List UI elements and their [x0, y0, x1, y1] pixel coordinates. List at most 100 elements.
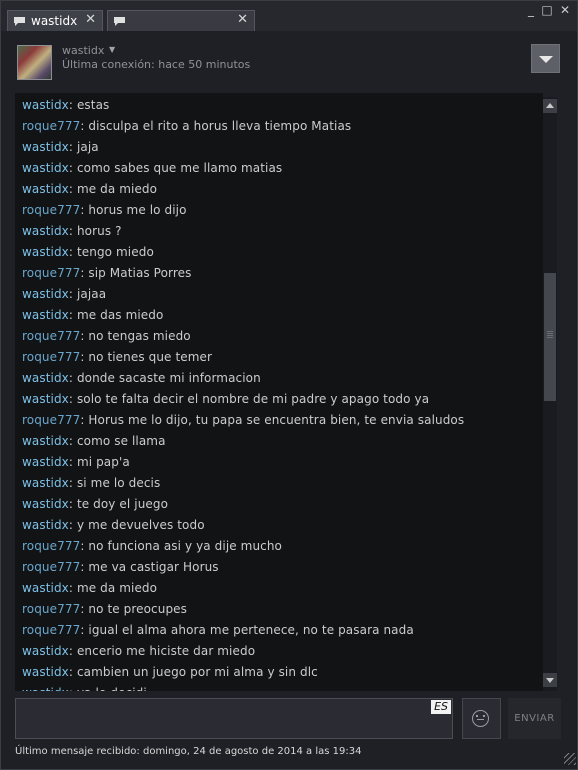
message-text: : encerio me hiciste dar miedo [68, 644, 256, 658]
chat-message: wastidx: cambien un juego por mi alma y … [22, 665, 318, 679]
chat-header: wastidx ▼ Última conexión: hace 50 minut… [1, 31, 577, 89]
message-text: : te doy el juego [68, 497, 169, 511]
message-sender[interactable]: wastidx [22, 434, 69, 448]
resize-grip-icon[interactable] [564, 753, 576, 765]
maximize-icon[interactable]: □ [540, 3, 554, 17]
chat-message: roque777: sip Matias Porres [22, 266, 191, 280]
message-text: : no funciona asi y ya dije mucho [80, 539, 282, 553]
message-sender[interactable]: roque777 [22, 119, 80, 133]
message-sender[interactable]: wastidx [22, 455, 69, 469]
tab-second[interactable]: ✕ [107, 10, 255, 31]
chat-message: roque777: Horus me lo dijo, tu papa se e… [22, 413, 464, 427]
avatar[interactable] [17, 45, 52, 80]
chat-message: wastidx: jaja [22, 140, 99, 154]
message-text: : tengo miedo [68, 245, 154, 259]
message-text: : Horus me lo dijo, tu papa se encuentra… [80, 413, 465, 427]
chat-message: wastidx: solo te falta decir el nombre d… [22, 392, 429, 406]
scroll-up-icon[interactable] [543, 99, 557, 113]
chat-log: wastidx: estas roque777: disculpa el rito… [15, 93, 543, 691]
chat-message: roque777: no tengas miedo [22, 329, 191, 343]
grip-icon [547, 331, 553, 338]
scroll-down-icon[interactable] [543, 673, 557, 687]
message-sender[interactable]: wastidx [22, 371, 69, 385]
message-text: : mi pap'a [68, 455, 130, 469]
message-sender[interactable]: wastidx [22, 644, 69, 658]
chat-message: wastidx: si me lo decis [22, 476, 160, 490]
chat-message: roque777: no te preocupes [22, 602, 187, 616]
chat-message: roque777: igual el alma ahora me pertene… [22, 623, 414, 637]
send-button[interactable]: ENVIAR [508, 698, 561, 739]
message-text: : igual el alma ahora me pertenece, no t… [80, 623, 414, 637]
message-sender[interactable]: roque777 [22, 203, 80, 217]
message-sender[interactable]: wastidx [22, 665, 69, 679]
message-text: : horus ? [68, 224, 122, 238]
emoticon-button[interactable] [462, 698, 501, 739]
message-sender[interactable]: roque777 [22, 350, 80, 364]
message-text: : no tienes que temer [80, 350, 213, 364]
message-text: : cambien un juego por mi alma y sin dlc [68, 665, 318, 679]
message-text: : como sabes que me llamo matias [68, 161, 283, 175]
close-icon[interactable]: ✕ [85, 12, 96, 27]
tab-bar: wastidx ✕ ✕ _ □ ✕ [1, 1, 577, 31]
message-text: : jaja [68, 140, 99, 154]
message-sender[interactable]: wastidx [22, 476, 69, 490]
chat-bubble-icon [114, 16, 125, 26]
chevron-down-icon[interactable]: ▼ [109, 45, 115, 54]
message-text: : sip Matias Porres [80, 266, 192, 280]
chat-scrollbar[interactable] [543, 97, 557, 691]
chat-message: wastidx: donde sacaste mi informacion [22, 371, 261, 385]
message-sender[interactable]: wastidx [22, 224, 69, 238]
close-window-icon[interactable]: ✕ [558, 3, 572, 17]
message-sender[interactable]: wastidx [22, 161, 69, 175]
message-sender[interactable]: wastidx [22, 182, 69, 196]
chat-message: wastidx: horus ? [22, 224, 122, 238]
message-text: : me da miedo [68, 581, 158, 595]
chat-message: wastidx: me das miedo [22, 308, 163, 322]
tab-wastidx[interactable]: wastidx ✕ [7, 10, 103, 31]
minimize-icon[interactable]: _ [524, 3, 538, 17]
chat-message: wastidx: te doy el juego [22, 497, 168, 511]
chat-message: roque777: me va castigar Horus [22, 560, 219, 574]
message-sender[interactable]: wastidx [22, 140, 69, 154]
message-sender[interactable]: roque777 [22, 560, 80, 574]
options-dropdown-button[interactable] [531, 44, 560, 73]
message-text: : me das miedo [68, 308, 164, 322]
message-input[interactable]: ES [15, 698, 453, 739]
message-sender[interactable]: wastidx [22, 581, 69, 595]
message-text: : me va castigar Horus [80, 560, 219, 574]
message-text: : no tengas miedo [80, 329, 191, 343]
message-text: : disculpa el rito a horus lleva tiempo … [80, 119, 352, 133]
chat-message: wastidx: ya lo decidi [22, 686, 147, 691]
message-sender[interactable]: wastidx [22, 686, 69, 691]
message-text: : me da miedo [68, 182, 158, 196]
message-sender[interactable]: roque777 [22, 413, 80, 427]
chat-window: wastidx ✕ ✕ _ □ ✕ wastidx ▼ Última conex… [0, 0, 578, 770]
chat-message: roque777: no funciona asi y ya dije much… [22, 539, 282, 553]
chat-message: roque777: disculpa el rito a horus lleva… [22, 119, 351, 133]
close-icon[interactable]: ✕ [237, 12, 248, 27]
message-sender[interactable]: wastidx [22, 308, 69, 322]
message-sender[interactable]: wastidx [22, 497, 69, 511]
friend-name[interactable]: wastidx [62, 44, 104, 57]
last-seen: Última conexión: hace 50 minutos [62, 58, 251, 71]
message-sender[interactable]: roque777 [22, 539, 80, 553]
message-sender[interactable]: wastidx [22, 287, 69, 301]
message-sender[interactable]: wastidx [22, 245, 69, 259]
message-sender[interactable]: roque777 [22, 602, 80, 616]
message-text: : y me devuelves todo [68, 518, 205, 532]
emoticon-icon [472, 710, 489, 727]
chat-message: wastidx: como se llama [22, 434, 166, 448]
message-sender[interactable]: roque777 [22, 623, 80, 637]
message-sender[interactable]: wastidx [22, 98, 69, 112]
chat-message: wastidx: estas [22, 98, 109, 112]
chat-message: wastidx: tengo miedo [22, 245, 154, 259]
message-sender[interactable]: wastidx [22, 518, 69, 532]
chat-message: wastidx: jajaa [22, 287, 106, 301]
message-text: : estas [68, 98, 110, 112]
message-sender[interactable]: wastidx [22, 392, 69, 406]
message-sender[interactable]: roque777 [22, 329, 80, 343]
dropdown-icon [539, 56, 553, 63]
scroll-thumb[interactable] [544, 273, 556, 401]
message-sender[interactable]: roque777 [22, 266, 80, 280]
chat-message: wastidx: encerio me hiciste dar miedo [22, 644, 255, 658]
